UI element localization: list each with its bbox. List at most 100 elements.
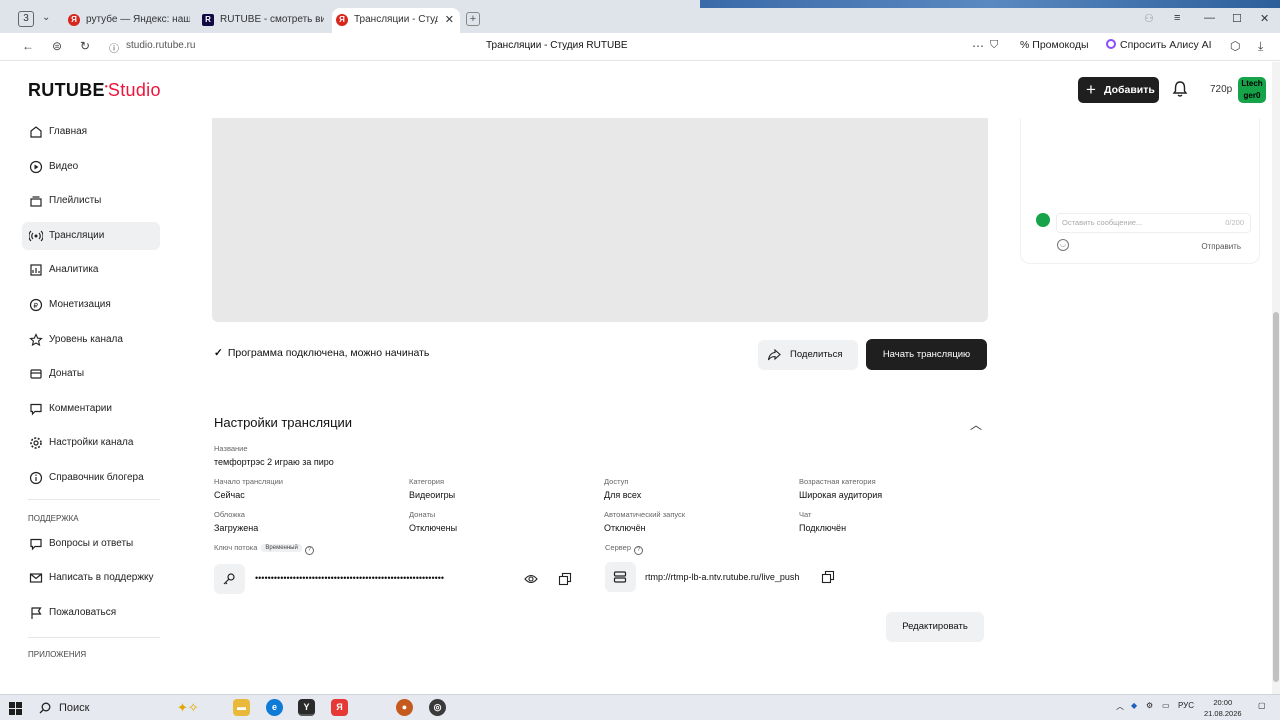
file-explorer-icon[interactable]: ▬ (233, 699, 250, 716)
field-label: Начало трансляции (214, 477, 283, 486)
tray-app-icon[interactable]: ◆ (1131, 701, 1137, 710)
page-title: Трансляции - Студия RUTUBE (486, 40, 628, 51)
play-icon (29, 160, 43, 173)
sidebar-item-label: Справочник блогера (49, 471, 144, 483)
logo-main: RUTUBE (28, 80, 105, 100)
key-button[interactable] (214, 564, 245, 594)
extensions-icon[interactable]: ⊜ (52, 39, 62, 53)
more-icon[interactable]: ⋯ (972, 39, 984, 53)
minimize-icon[interactable]: — (1204, 12, 1215, 24)
sidebar-item-channel-settings[interactable]: Настройки канала (22, 429, 160, 457)
plus-icon: + (1086, 80, 1096, 99)
field-value: Сейчас (214, 490, 245, 500)
obs-icon[interactable]: ◎ (429, 699, 446, 716)
edge-icon[interactable]: e (266, 699, 283, 716)
network-icon[interactable]: ▭ (1162, 701, 1170, 710)
menu-icon[interactable]: ≡ (1174, 12, 1180, 24)
sidebar-item-label: Уровень канала (49, 333, 123, 345)
settings-title: Настройки трансляции (214, 415, 353, 430)
copy-server-icon[interactable] (821, 570, 835, 584)
emoji-icon[interactable]: ◡ (1057, 239, 1069, 251)
bookmark-icon[interactable]: ⛉ (990, 39, 998, 52)
field-label: Обложка (214, 510, 245, 519)
sidebar-item-broadcasts[interactable]: Трансляции (22, 221, 160, 250)
sidebar-item-analytics[interactable]: Аналитика (22, 256, 160, 284)
sidebar-item-comments[interactable]: Комментарии (22, 395, 160, 423)
start-stream-button[interactable]: Начать трансляцию (866, 339, 987, 370)
sidebar-item-write-support[interactable]: Написать в поддержку (22, 564, 160, 592)
help-icon[interactable]: ? (304, 546, 314, 555)
back-icon[interactable]: ← (22, 39, 34, 53)
url-field[interactable]: studio.rutube.ru (126, 40, 196, 51)
yandex-icon: Я (68, 14, 80, 26)
chevron-up-icon[interactable]: ︿ (970, 416, 982, 433)
sidebar-divider (28, 636, 160, 638)
add-button[interactable]: + Добавить (1078, 77, 1159, 103)
site-info-icon[interactable]: ⓘ (109, 40, 119, 55)
tray-chevron-icon[interactable]: ︿ (1116, 701, 1124, 712)
reload-icon[interactable]: ↻ (80, 39, 90, 53)
yandex-app-icon[interactable]: Я (331, 699, 348, 716)
chat-panel: Оставить сообщение... 0/200 ◡ Отправить (1020, 118, 1260, 264)
field-label: Донаты (409, 510, 436, 519)
sidebar-item-label: Трансляции (49, 229, 105, 241)
promo-button[interactable]: % Промокоды (1020, 39, 1089, 51)
taskbar-clock[interactable]: 20:00 21.08.2026 (1204, 697, 1242, 719)
sidebar-item-video[interactable]: Видео (22, 153, 160, 181)
scrollbar-thumb[interactable] (1273, 312, 1279, 682)
send-button[interactable]: Отправить (1201, 242, 1241, 251)
tab-count-button[interactable]: 3 (18, 11, 34, 27)
stream-preview[interactable] (212, 118, 988, 322)
profile-icon[interactable]: ⚇ (1144, 12, 1154, 25)
page-scrollbar[interactable] (1272, 62, 1280, 694)
notification-icon[interactable]: ▢ (1258, 701, 1266, 710)
bell-icon[interactable] (1172, 80, 1188, 98)
share-button[interactable]: Поделиться (758, 340, 858, 370)
lang-indicator[interactable]: РУС (1178, 701, 1194, 710)
tf2-icon[interactable]: ● (396, 699, 413, 716)
sidebar-item-label: Плейлисты (49, 195, 102, 207)
tab-studio-active[interactable]: Я Трансляции - Студия RUTUBE ✕ (332, 8, 460, 36)
new-tab-button[interactable]: + (466, 12, 480, 26)
sidebar-item-report[interactable]: Пожаловаться (22, 599, 160, 627)
sidebar-item-channel-level[interactable]: Уровень канала (22, 326, 160, 354)
extension-icon[interactable]: ⬡ (1230, 39, 1240, 53)
sidebar-item-blogger-guide[interactable]: Справочник блогера (22, 464, 160, 492)
rutube-icon: R (202, 14, 214, 26)
rutube-studio-logo[interactable]: RUTUBE•Studio (28, 80, 161, 101)
server-button[interactable] (605, 562, 636, 592)
sidebar-item-monetization[interactable]: ₽ Монетизация (22, 291, 160, 319)
chat-message-input[interactable]: Оставить сообщение... 0/200 (1056, 213, 1251, 233)
taskbar-search[interactable]: Поиск ✦✧ (31, 698, 221, 718)
windows-start-icon[interactable] (9, 702, 22, 715)
playlist-icon (30, 196, 42, 207)
sidebar-item-faq[interactable]: Вопросы и ответы (22, 530, 160, 558)
quality-label[interactable]: 720p (1210, 84, 1232, 95)
star-icon (29, 332, 43, 346)
field-server-label: Сервер? (605, 543, 644, 555)
close-tab-icon[interactable]: ✕ (445, 8, 454, 32)
avatar[interactable]: Ltech ger0 (1238, 77, 1266, 103)
download-icon[interactable]: ⤓ (1258, 39, 1263, 54)
help-icon[interactable]: ? (634, 546, 644, 555)
tab-yandex-search[interactable]: Я рутубе — Яндекс: нашлось (64, 8, 190, 32)
sidebar-item-donates[interactable]: Донаты (22, 360, 160, 388)
eye-icon[interactable] (524, 573, 538, 585)
yandex-browser-icon[interactable]: Y (298, 699, 315, 716)
copy-key-icon[interactable] (558, 572, 572, 586)
edit-button[interactable]: Редактировать (886, 612, 984, 642)
chevron-down-icon[interactable]: ⌄ (42, 12, 50, 23)
tab-rutube[interactable]: R RUTUBE - смотреть видео (198, 8, 324, 32)
tray-app-icon[interactable]: ⚙ (1146, 701, 1153, 710)
share-icon (767, 348, 781, 361)
apps-section-title: ПРИЛОЖЕНИЯ (28, 649, 87, 659)
sidebar-item-playlists[interactable]: Плейлисты (22, 187, 160, 215)
field-stream-key-label: Ключ потока Временный? (214, 543, 314, 555)
sidebar-item-label: Настройки канала (49, 437, 134, 449)
close-window-icon[interactable]: ✕ (1260, 12, 1269, 25)
maximize-icon[interactable]: ☐ (1232, 12, 1242, 25)
alisa-button[interactable]: Спросить Алису AI (1106, 39, 1212, 51)
alisa-icon (1106, 39, 1116, 49)
sidebar-item-home[interactable]: Главная (22, 118, 160, 146)
field-label: Ключ потока Временный? (214, 543, 314, 555)
